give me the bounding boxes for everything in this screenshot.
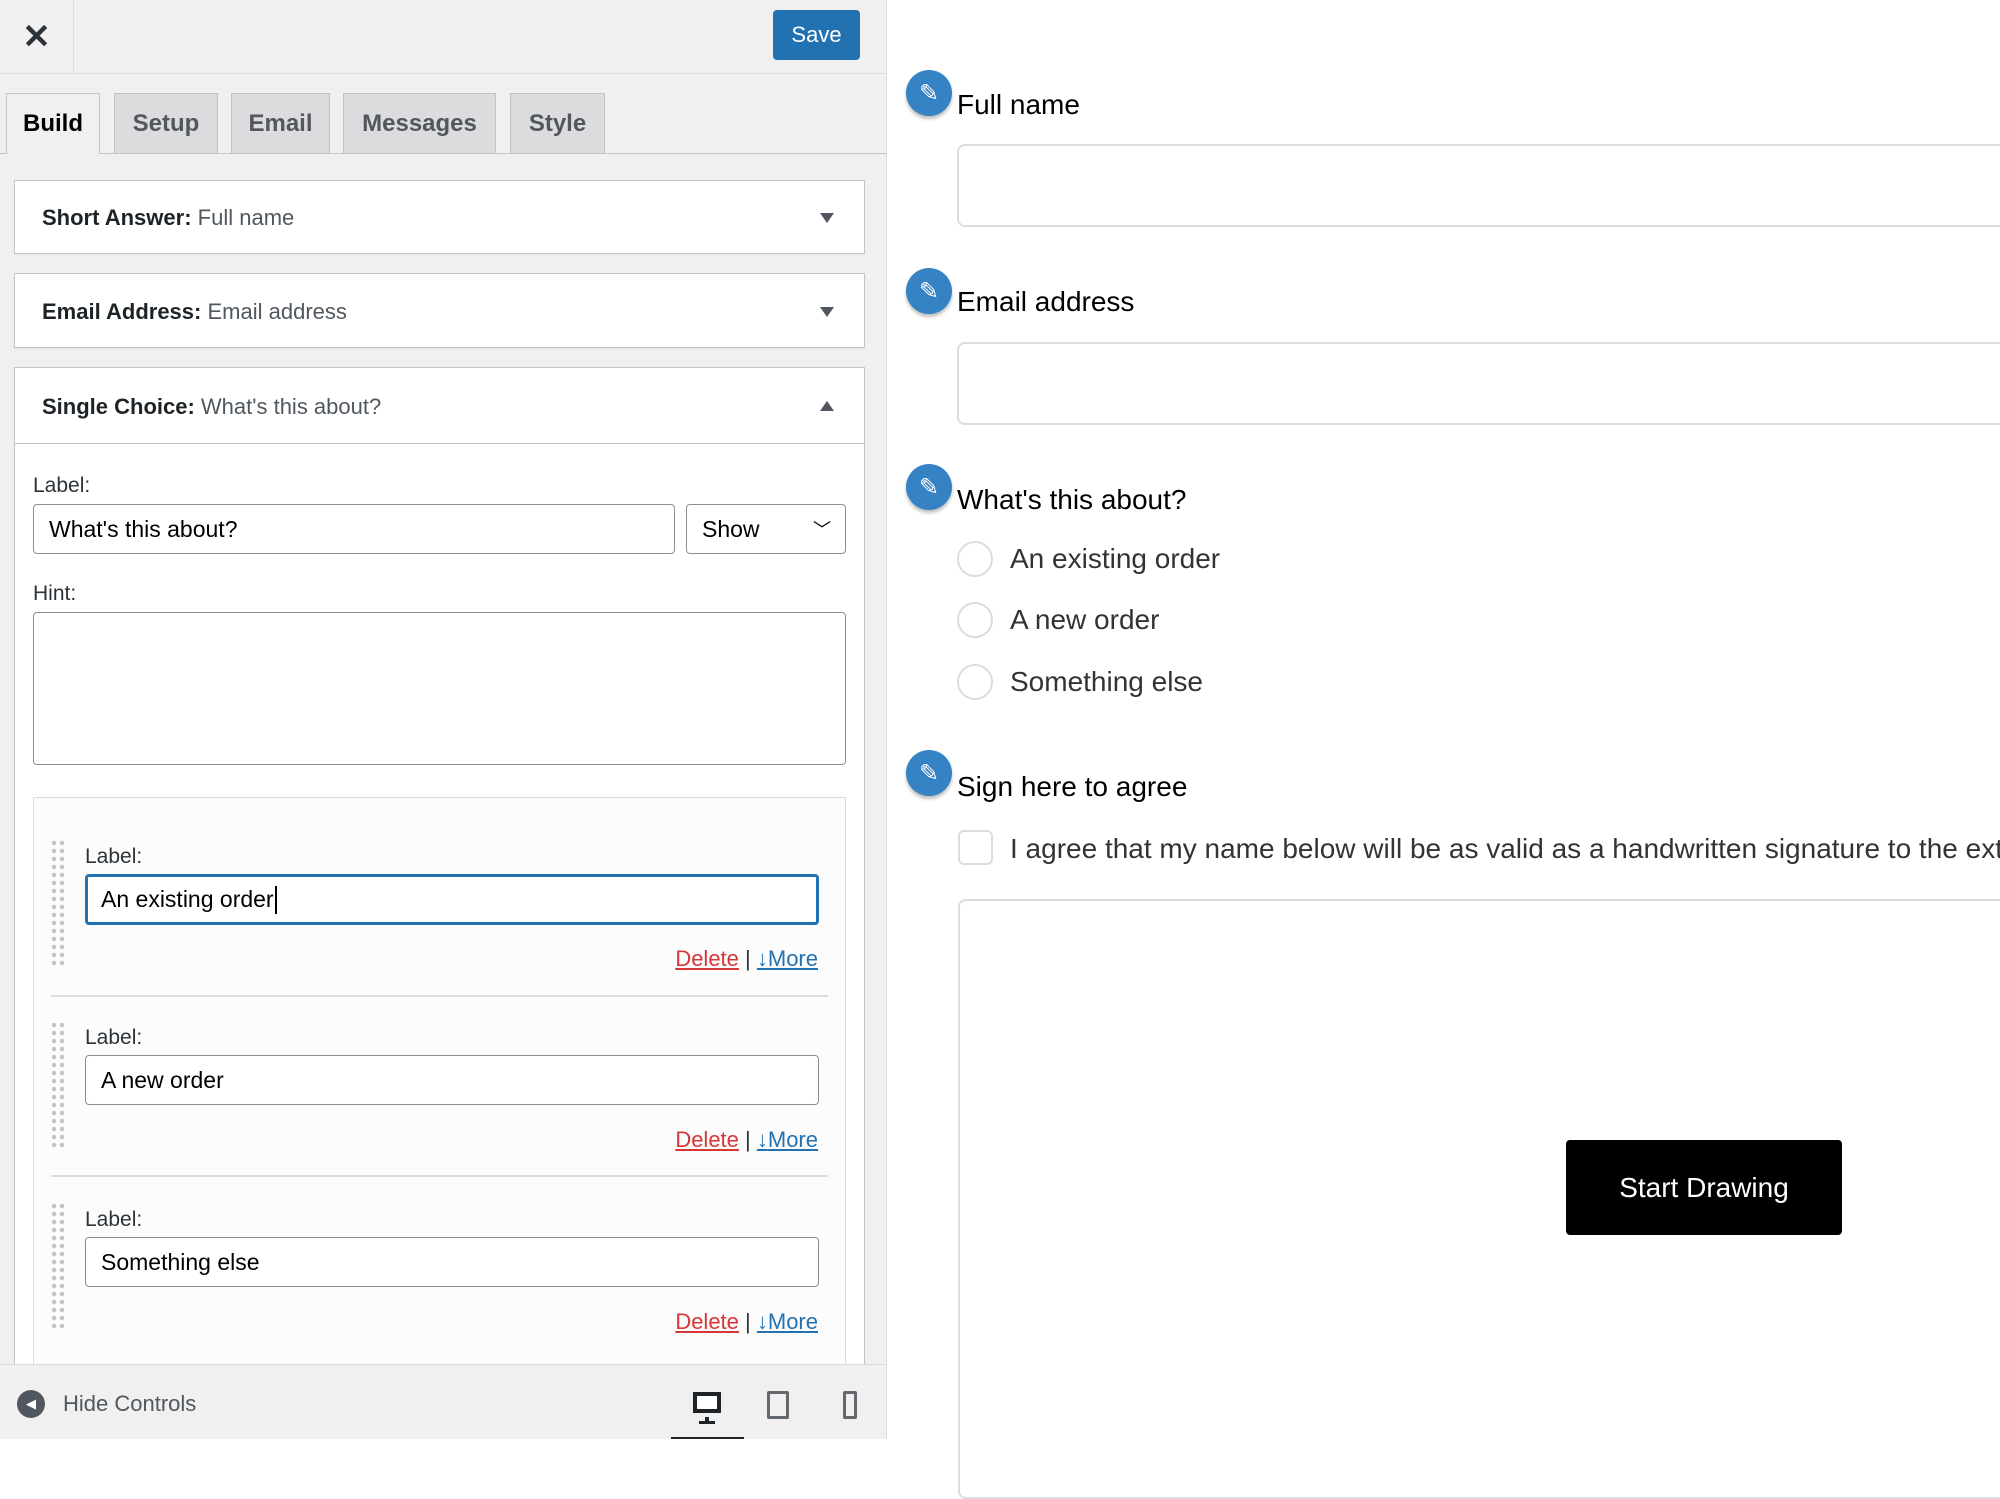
visibility-select[interactable]: Show ﹀ — [686, 504, 846, 554]
close-icon[interactable]: ✕ — [0, 0, 74, 74]
radio-button[interactable] — [957, 541, 993, 577]
tab-divider — [0, 153, 886, 154]
hint-textarea[interactable] — [33, 612, 846, 765]
radio-label[interactable]: A new order — [1010, 604, 1159, 636]
bottom-bar: ◀ Hide Controls — [0, 1364, 886, 1439]
option-actions: Delete | ↓More — [675, 946, 818, 972]
option-value: An existing order — [101, 886, 274, 912]
field-type: Single Choice: — [42, 394, 195, 419]
radio-label[interactable]: An existing order — [1010, 543, 1220, 575]
expand-icon[interactable] — [820, 307, 834, 317]
agree-checkbox[interactable] — [958, 830, 993, 865]
tab-build[interactable]: Build — [6, 93, 100, 154]
collapse-icon[interactable] — [820, 401, 834, 411]
tab-style[interactable]: Style — [510, 93, 605, 153]
tab-setup[interactable]: Setup — [114, 93, 218, 153]
email-input[interactable] — [957, 342, 2000, 425]
more-label: More — [767, 1127, 818, 1152]
signature-pad[interactable] — [958, 899, 2000, 1499]
form-builder-panel: ✕ Save Build Setup Email Messages Style … — [0, 0, 887, 1439]
field-label-choice: What's this about? — [957, 484, 1187, 515]
field-type: Short Answer: — [42, 205, 192, 230]
option-actions: Delete | ↓More — [675, 1127, 818, 1153]
delete-link[interactable]: Delete — [675, 1127, 739, 1152]
separator: | — [745, 1127, 751, 1152]
option-input[interactable]: A new order — [85, 1055, 819, 1105]
field-name: Email address — [207, 299, 347, 324]
radio-button[interactable] — [957, 602, 993, 638]
option-caption: Label: — [85, 1208, 143, 1231]
edit-pencil-icon[interactable]: ✎ — [906, 70, 952, 116]
field-card-full-name[interactable]: Short Answer: Full name — [14, 180, 865, 254]
delete-link[interactable]: Delete — [675, 946, 739, 971]
full-name-input[interactable] — [957, 144, 2000, 227]
arrow-down-icon: ↓ — [756, 1309, 768, 1334]
radio-label[interactable]: Something else — [1010, 666, 1203, 698]
label-input[interactable]: What's this about? — [33, 504, 675, 554]
field-label-full-name: Full name — [957, 89, 1080, 120]
drag-handle-icon[interactable] — [50, 1021, 66, 1149]
option-input[interactable]: An existing order — [85, 874, 819, 925]
edit-pencil-icon[interactable]: ✎ — [906, 750, 952, 796]
field-name: Full name — [197, 205, 295, 230]
save-button[interactable]: Save — [773, 10, 860, 60]
arrow-down-icon: ↓ — [756, 1127, 768, 1152]
divider — [15, 443, 864, 444]
tab-email[interactable]: Email — [231, 93, 330, 153]
more-label: More — [767, 946, 818, 971]
field-name: What's this about? — [200, 394, 382, 419]
drag-handle-icon[interactable] — [50, 1202, 66, 1330]
drag-handle-icon[interactable] — [50, 839, 66, 967]
arrow-down-icon: ↓ — [756, 946, 768, 971]
option-caption: Label: — [85, 845, 143, 868]
separator: | — [745, 946, 751, 971]
desktop-icon[interactable] — [693, 1392, 721, 1424]
field-card-title: Email Address: Email address — [42, 299, 347, 325]
hide-controls-button[interactable]: Hide Controls — [63, 1391, 196, 1417]
tablet-icon[interactable] — [767, 1391, 789, 1419]
option-input[interactable]: Something else — [85, 1237, 819, 1287]
delete-link[interactable]: Delete — [675, 1309, 739, 1334]
text-cursor — [274, 885, 277, 914]
divider — [51, 1175, 828, 1177]
mobile-icon[interactable] — [843, 1391, 857, 1419]
start-drawing-button[interactable]: Start Drawing — [1566, 1140, 1842, 1235]
top-bar: ✕ Save — [0, 0, 886, 74]
option-caption: Label: — [85, 1026, 143, 1049]
more-link[interactable]: ↓More — [757, 1127, 818, 1152]
agree-text: I agree that my name below will be as va… — [1010, 833, 2000, 864]
radio-button[interactable] — [957, 664, 993, 700]
more-link[interactable]: ↓More — [757, 946, 818, 971]
field-label-email: Email address — [957, 286, 1135, 317]
chevron-down-icon: ﹀ — [813, 520, 831, 540]
field-card-title: Short Answer: Full name — [42, 205, 294, 231]
edit-pencil-icon[interactable]: ✎ — [906, 268, 952, 314]
visibility-value: Show — [702, 515, 760, 542]
expand-icon[interactable] — [820, 213, 834, 223]
field-label-signature: Sign here to agree — [957, 771, 1188, 802]
label-caption: Label: — [33, 474, 91, 497]
hint-caption: Hint: — [33, 582, 77, 605]
divider — [51, 995, 828, 997]
option-actions: Delete | ↓More — [675, 1309, 818, 1335]
more-link[interactable]: ↓More — [757, 1309, 818, 1334]
field-card-email[interactable]: Email Address: Email address — [14, 273, 865, 348]
hide-controls-icon[interactable]: ◀ — [17, 1390, 45, 1418]
field-card-title[interactable]: Single Choice: What's this about? — [42, 394, 381, 420]
separator: | — [745, 1309, 751, 1334]
field-type: Email Address: — [42, 299, 202, 324]
edit-pencil-icon[interactable]: ✎ — [906, 464, 952, 510]
tab-messages[interactable]: Messages — [343, 93, 496, 153]
more-label: More — [767, 1309, 818, 1334]
